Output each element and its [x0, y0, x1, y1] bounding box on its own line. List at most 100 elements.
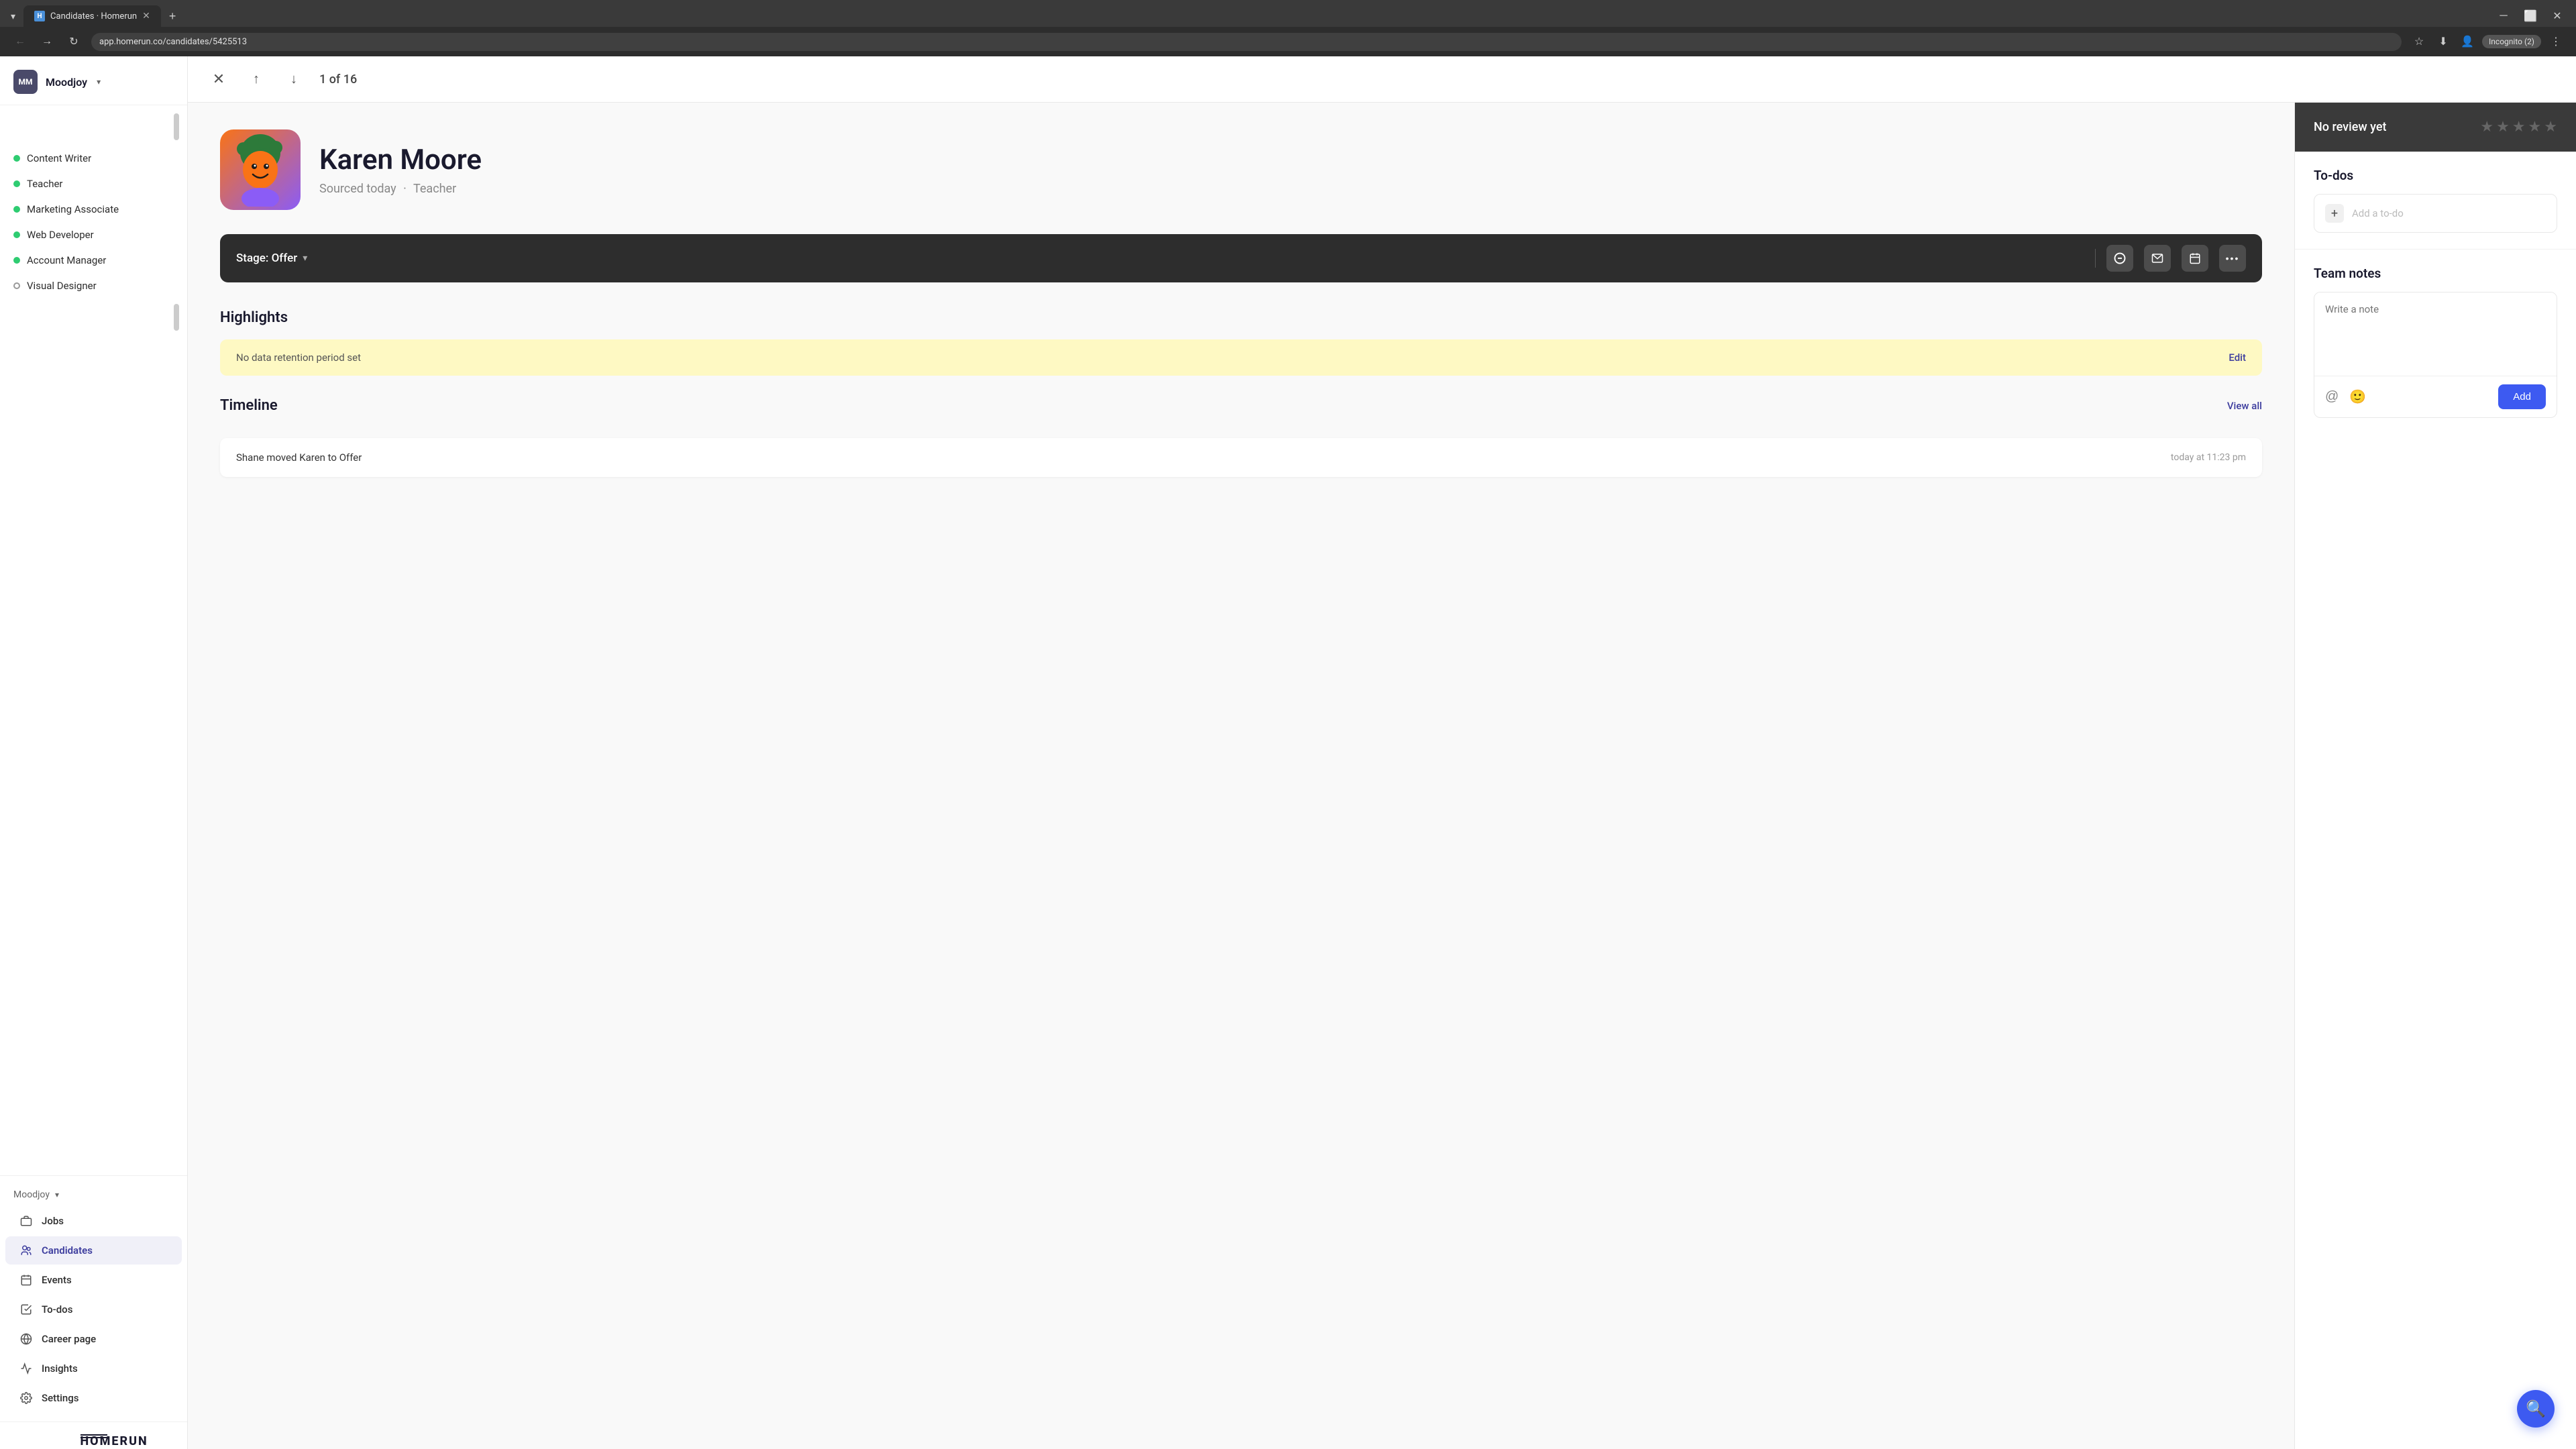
candidate-role: Teacher: [413, 182, 456, 196]
stage-schedule-button[interactable]: [2182, 245, 2208, 272]
timeline-header: Timeline View all: [220, 397, 2262, 414]
active-tab[interactable]: H Candidates · Homerun ✕: [23, 5, 161, 27]
plus-icon: +: [2325, 204, 2344, 223]
stage-email-button[interactable]: [2144, 245, 2171, 272]
menu-button[interactable]: ⋮: [2546, 32, 2565, 51]
candidate-counter: 1 of 16: [319, 72, 357, 87]
nav-label-todos: To-dos: [42, 1303, 72, 1316]
scroll-indicator-bottom: [174, 304, 179, 331]
right-panel: No review yet ★ ★ ★ ★ ★ To-dos + Add a t…: [2294, 103, 2576, 1449]
stage-chevron-icon: ▾: [303, 253, 307, 264]
notes-footer: @ 🙂 Add: [2314, 376, 2557, 417]
timeline-section: Timeline View all Shane moved Karen to O…: [220, 397, 2262, 477]
todos-title: To-dos: [2314, 168, 2557, 183]
close-button[interactable]: ✕: [207, 67, 231, 91]
job-label: Marketing Associate: [27, 203, 119, 215]
candidate-info: Karen Moore Sourced today · Teacher: [319, 144, 482, 195]
tab-close-button[interactable]: ✕: [142, 11, 150, 21]
highlights-section: Highlights No data retention period set …: [220, 309, 2262, 376]
topbar: ✕ ↑ ↓ 1 of 16: [188, 56, 2576, 103]
star-5[interactable]: ★: [2544, 119, 2557, 136]
candidate-avatar: [220, 129, 301, 210]
add-note-button[interactable]: Add: [2498, 384, 2546, 409]
nav-section: Moodjoy ▾ Jobs Candidates Events: [0, 1176, 187, 1421]
bookmark-button[interactable]: ☆: [2410, 32, 2428, 51]
sidebar-item-marketing-associate[interactable]: Marketing Associate: [0, 197, 187, 222]
notes-box: @ 🙂 Add: [2314, 292, 2557, 418]
sidebar-item-candidates[interactable]: Candidates: [5, 1236, 182, 1265]
org-avatar: MM: [13, 70, 38, 94]
back-button[interactable]: ←: [11, 32, 30, 51]
maximize-button[interactable]: ⬜: [2517, 5, 2544, 27]
emoji-button[interactable]: 🙂: [2349, 388, 2366, 405]
highlights-title: Highlights: [220, 309, 2262, 326]
job-label: Content Writer: [27, 152, 91, 164]
mention-button[interactable]: @: [2325, 388, 2339, 405]
stage-more-button[interactable]: •••: [2219, 245, 2246, 272]
nav-label-insights: Insights: [42, 1362, 78, 1375]
nav-org-row[interactable]: Moodjoy ▾: [0, 1184, 187, 1205]
notes-input[interactable]: [2314, 292, 2557, 373]
sourced-text: Sourced today: [319, 182, 396, 196]
prev-candidate-button[interactable]: ↑: [244, 67, 268, 91]
sidebar-item-visual-designer[interactable]: Visual Designer: [0, 273, 187, 299]
profile-button[interactable]: 👤: [2458, 32, 2477, 51]
stage-select[interactable]: Stage: Offer ▾: [236, 252, 2084, 265]
sidebar-item-content-writer[interactable]: Content Writer: [0, 146, 187, 171]
sidebar-item-web-developer[interactable]: Web Developer: [0, 222, 187, 248]
sidebar-item-account-manager[interactable]: Account Manager: [0, 248, 187, 273]
forward-button[interactable]: →: [38, 32, 56, 51]
sidebar-item-todos[interactable]: To-dos: [5, 1295, 182, 1324]
star-3[interactable]: ★: [2512, 119, 2526, 136]
star-1[interactable]: ★: [2480, 119, 2493, 136]
job-label: Visual Designer: [27, 280, 97, 292]
download-button[interactable]: ⬇: [2434, 32, 2453, 51]
candidate-main: Karen Moore Sourced today · Teacher Stag…: [188, 103, 2294, 1449]
tab-favicon: H: [34, 11, 45, 21]
add-todo-button[interactable]: + Add a to-do: [2314, 194, 2557, 233]
org-dropdown-icon[interactable]: ▾: [97, 77, 101, 87]
address-bar[interactable]: app.homerun.co/candidates/5425513: [91, 33, 2402, 51]
minimize-button[interactable]: ─: [2490, 5, 2517, 27]
status-dot: [13, 155, 20, 162]
sidebar-item-jobs[interactable]: Jobs: [5, 1207, 182, 1235]
search-chat-icon: 🔍: [2526, 1399, 2546, 1418]
chat-bubble-button[interactable]: 🔍: [2517, 1390, 2555, 1428]
add-todo-placeholder: Add a to-do: [2352, 207, 2404, 219]
stage-reject-button[interactable]: [2106, 245, 2133, 272]
star-4[interactable]: ★: [2528, 119, 2542, 136]
next-candidate-button[interactable]: ↓: [282, 67, 306, 91]
sidebar-footer: HOMERUN: [0, 1421, 187, 1449]
homerun-logo: HOMERUN: [13, 1434, 174, 1438]
tab-group-button[interactable]: ▾: [5, 8, 21, 25]
reload-button[interactable]: ↻: [64, 32, 83, 51]
edit-link[interactable]: Edit: [2229, 352, 2246, 364]
main-area: ✕ ↑ ↓ 1 of 16: [188, 56, 2576, 1449]
view-all-button[interactable]: View all: [2227, 400, 2262, 412]
sidebar-item-events[interactable]: Events: [5, 1266, 182, 1294]
new-tab-button[interactable]: +: [164, 7, 182, 26]
review-label: No review yet: [2314, 120, 2387, 134]
job-label: Account Manager: [27, 254, 106, 266]
briefcase-icon: [19, 1214, 34, 1228]
candidate-subtitle: Sourced today · Teacher: [319, 182, 482, 196]
star-2[interactable]: ★: [2496, 119, 2510, 136]
warning-banner: No data retention period set Edit: [220, 339, 2262, 376]
checkbox-icon: [19, 1302, 34, 1317]
sidebar-item-settings[interactable]: Settings: [5, 1384, 182, 1412]
warning-text: No data retention period set: [236, 352, 361, 364]
incognito-badge[interactable]: Incognito (2): [2482, 35, 2541, 48]
notes-icons: @ 🙂: [2325, 388, 2366, 405]
star-rating[interactable]: ★ ★ ★ ★ ★: [2480, 119, 2557, 136]
timeline-description: Shane moved Karen to Offer: [236, 451, 362, 464]
status-dot: [13, 180, 20, 187]
sidebar-item-career-page[interactable]: Career page: [5, 1325, 182, 1353]
close-window-button[interactable]: ✕: [2544, 5, 2571, 27]
sidebar-item-teacher[interactable]: Teacher: [0, 171, 187, 197]
sidebar-item-insights[interactable]: Insights: [5, 1354, 182, 1383]
job-label: Teacher: [27, 178, 63, 190]
candidates-icon: [19, 1243, 34, 1258]
status-dot: [13, 257, 20, 264]
nav-org-label: Moodjoy: [13, 1189, 50, 1200]
nav-label-jobs: Jobs: [42, 1215, 64, 1227]
